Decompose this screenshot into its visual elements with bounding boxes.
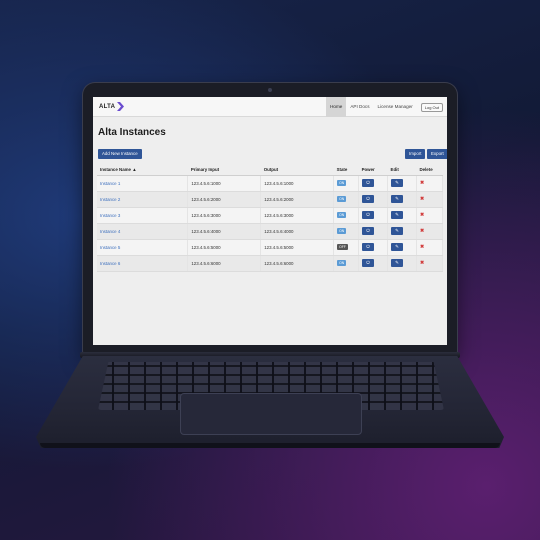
power-icon[interactable]: ⏻ bbox=[362, 243, 375, 251]
nav-home[interactable]: Home bbox=[326, 97, 347, 117]
header-primary-input[interactable]: Primary Input bbox=[187, 164, 261, 176]
webcam bbox=[268, 88, 272, 92]
output-cell: 123.4.5.6:5000 bbox=[260, 239, 335, 256]
page-title: Alta Instances bbox=[98, 127, 166, 138]
instance-name-link[interactable]: Instance 5 bbox=[100, 245, 120, 250]
logo-text: ALTA bbox=[99, 103, 116, 110]
primary-input-cell: 123.4.5.6:2000 bbox=[187, 191, 262, 208]
delete-x-icon[interactable]: ✖ bbox=[420, 196, 424, 202]
table-row: Instance 4 123.4.5.6:4000 123.4.5.6:4000… bbox=[97, 223, 444, 240]
status-badge: ON bbox=[337, 196, 347, 202]
delete-x-icon[interactable]: ✖ bbox=[420, 260, 424, 266]
main-nav: Home API Docs License Manager Log Out bbox=[326, 97, 443, 117]
instance-name-link[interactable]: Instance 2 bbox=[100, 197, 120, 202]
edit-icon[interactable]: ✎ bbox=[391, 179, 404, 187]
output-cell: 123.4.5.6:2000 bbox=[260, 191, 335, 208]
delete-x-icon[interactable]: ✖ bbox=[420, 228, 424, 234]
laptop-base-edge bbox=[40, 443, 500, 448]
delete-x-icon[interactable]: ✖ bbox=[420, 244, 424, 250]
instance-name-link[interactable]: Instance 3 bbox=[100, 213, 120, 218]
laptop-lid: ALTA Home API Docs License Manager Log O… bbox=[83, 83, 457, 355]
output-cell: 123.4.5.6:1000 bbox=[260, 175, 335, 192]
brand-logo[interactable]: ALTA bbox=[99, 102, 125, 111]
status-badge: ON bbox=[337, 260, 347, 266]
instance-name-link[interactable]: Instance 6 bbox=[100, 261, 120, 266]
power-icon[interactable]: ⏻ bbox=[362, 227, 375, 235]
power-icon[interactable]: ⏻ bbox=[362, 179, 375, 187]
header-power: Power bbox=[358, 164, 388, 176]
status-badge: ON bbox=[337, 180, 347, 186]
delete-x-icon[interactable]: ✖ bbox=[420, 212, 424, 218]
top-navbar: ALTA Home API Docs License Manager Log O… bbox=[93, 97, 447, 117]
output-cell: 123.4.5.6:6000 bbox=[260, 255, 335, 272]
status-badge: ON bbox=[337, 228, 347, 234]
power-icon[interactable]: ⏻ bbox=[362, 259, 375, 267]
nav-license-manager[interactable]: License Manager bbox=[374, 97, 417, 117]
table-row: Instance 3 123.4.5.6:3000 123.4.5.6:3000… bbox=[97, 207, 444, 224]
nav-api-docs[interactable]: API Docs bbox=[346, 97, 373, 117]
instance-name-link[interactable]: Instance 4 bbox=[100, 229, 120, 234]
output-cell: 123.4.5.6:3000 bbox=[260, 207, 335, 224]
edit-icon[interactable]: ✎ bbox=[391, 195, 404, 203]
header-edit: Edit bbox=[387, 164, 417, 176]
instance-name-link[interactable]: Instance 1 bbox=[100, 181, 120, 186]
output-cell: 123.4.5.6:4000 bbox=[260, 223, 335, 240]
primary-input-cell: 123.4.5.6:1000 bbox=[187, 175, 262, 192]
logout-button[interactable]: Log Out bbox=[420, 102, 443, 112]
chevron-logo-icon bbox=[117, 102, 125, 111]
table-row: Instance 1 123.4.5.6:1000 123.4.5.6:1000… bbox=[97, 175, 444, 192]
trackpad bbox=[180, 393, 362, 435]
status-badge: ON bbox=[337, 212, 347, 218]
laptop-screen: ALTA Home API Docs License Manager Log O… bbox=[93, 97, 447, 345]
table-row: Instance 5 123.4.5.6:5000 123.4.5.6:5000… bbox=[97, 239, 444, 256]
primary-input-cell: 123.4.5.6:6000 bbox=[187, 255, 262, 272]
table-header-row: Instance Name ▲ Primary Input Output Sta… bbox=[97, 164, 443, 176]
table-row: Instance 6 123.4.5.6:6000 123.4.5.6:6000… bbox=[97, 255, 444, 272]
header-output[interactable]: Output bbox=[260, 164, 334, 176]
export-button[interactable]: Export bbox=[427, 149, 447, 159]
edit-icon[interactable]: ✎ bbox=[391, 259, 404, 267]
header-state[interactable]: State bbox=[333, 164, 359, 176]
table-row: Instance 2 123.4.5.6:2000 123.4.5.6:2000… bbox=[97, 191, 444, 208]
power-icon[interactable]: ⏻ bbox=[362, 211, 375, 219]
primary-input-cell: 123.4.5.6:5000 bbox=[187, 239, 262, 256]
edit-icon[interactable]: ✎ bbox=[391, 211, 404, 219]
instances-table: Instance Name ▲ Primary Input Output Sta… bbox=[97, 164, 444, 272]
header-instance-name[interactable]: Instance Name ▲ bbox=[97, 164, 188, 176]
add-instance-button[interactable]: Add New Instance bbox=[98, 149, 142, 159]
header-delete: Delete bbox=[416, 164, 443, 176]
edit-icon[interactable]: ✎ bbox=[391, 243, 404, 251]
import-button[interactable]: Import bbox=[405, 149, 426, 159]
edit-icon[interactable]: ✎ bbox=[391, 227, 404, 235]
primary-input-cell: 123.4.5.6:4000 bbox=[187, 223, 262, 240]
delete-x-icon[interactable]: ✖ bbox=[420, 180, 424, 186]
primary-input-cell: 123.4.5.6:3000 bbox=[187, 207, 262, 224]
power-icon[interactable]: ⏻ bbox=[362, 195, 375, 203]
status-badge: OFF bbox=[337, 244, 348, 250]
